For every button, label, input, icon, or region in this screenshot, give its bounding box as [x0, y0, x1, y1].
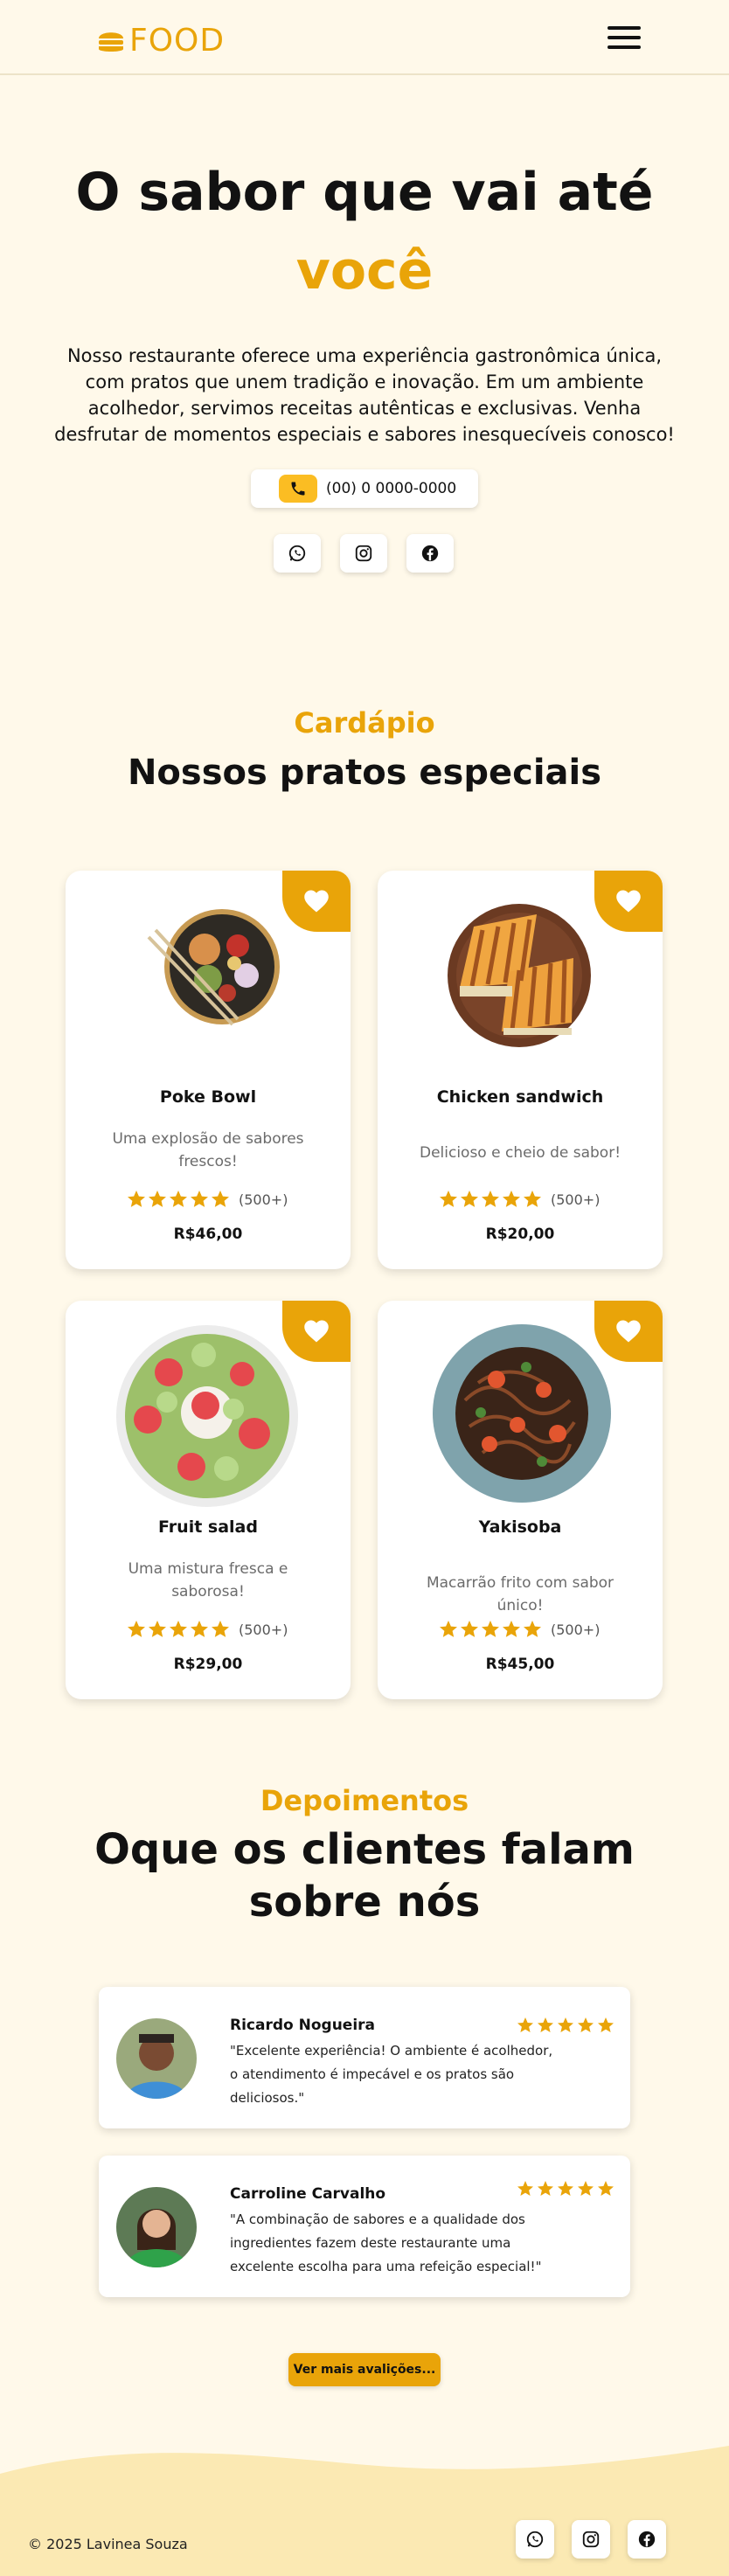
dish-rating: (500+)	[439, 1620, 600, 1639]
star-rating-icon	[440, 1191, 541, 1207]
poke-bowl-image	[147, 909, 280, 1026]
yakisoba-image	[433, 1324, 611, 1503]
avatar	[116, 2018, 197, 2099]
testimonial-rating	[517, 2017, 616, 2034]
dish-price: R$20,00	[485, 1226, 555, 1243]
hero-social-links	[274, 534, 454, 573]
instagram-icon[interactable]	[340, 534, 387, 573]
testimonial-author: Ricardo Nogueira	[230, 2017, 376, 2034]
star-rating-icon	[517, 2017, 614, 2032]
star-rating-icon	[128, 1621, 229, 1637]
logo[interactable]: FOOD	[96, 24, 225, 59]
menu-title: Nossos pratos especiais	[127, 753, 602, 793]
dish-card-chicken-sandwich[interactable]: Chicken sandwich Delicioso e cheio de sa…	[378, 871, 663, 1269]
menu-subtitle: Cardápio	[294, 706, 435, 739]
dish-price: R$45,00	[485, 1656, 555, 1673]
more-reviews-button[interactable]: Ver mais avalições...	[288, 2353, 441, 2386]
dish-price: R$29,00	[173, 1656, 243, 1673]
favorite-heart-icon[interactable]	[282, 871, 351, 932]
rating-count: (500+)	[551, 1191, 601, 1208]
dish-description: Delicioso e cheio de sabor!	[419, 1144, 621, 1162]
dish-description: Uma mistura fresca e saborosa!	[128, 1560, 288, 1600]
phone-number: (00) 0 0000-0000	[326, 480, 457, 497]
dish-card-fruit-salad[interactable]: Fruit salad Uma mistura fresca e saboros…	[66, 1301, 351, 1699]
star-rating-icon	[517, 2181, 614, 2196]
testimonials-title-line2: sobre nós	[248, 1878, 481, 1927]
hero-description: Nosso restaurante oferece uma experiênci…	[54, 345, 675, 445]
site-header: FOOD	[0, 0, 729, 75]
dish-name: Yakisoba	[478, 1517, 562, 1537]
testimonial-card: Ricardo Nogueira "Excelente experiência!…	[99, 1987, 630, 2128]
whatsapp-icon[interactable]	[516, 2520, 554, 2559]
rating-count: (500+)	[551, 1621, 601, 1638]
testimonial-text: "Excelente experiência! O ambiente é aco…	[230, 2043, 553, 2106]
burger-icon	[99, 32, 123, 52]
rating-count: (500+)	[239, 1621, 288, 1638]
testimonials-title-line1: Oque os clientes falam	[94, 1825, 635, 1874]
dish-card-yakisoba[interactable]: Yakisoba Macarrão frito com sabor único!…	[378, 1301, 663, 1699]
dish-name: Fruit salad	[158, 1517, 258, 1537]
logo-text: FOOD	[129, 23, 226, 59]
star-rating-icon	[440, 1621, 541, 1637]
dish-name: Poke Bowl	[159, 1087, 257, 1107]
whatsapp-icon[interactable]	[274, 534, 321, 573]
testimonial-text: "A combinação de sabores e a qualidade d…	[230, 2211, 542, 2274]
copyright: © 2025 Lavinea Souza	[28, 2536, 188, 2552]
rating-count: (500+)	[239, 1191, 288, 1208]
dish-card-poke-bowl[interactable]: Poke Bowl Uma explosão de sabores fresco…	[66, 871, 351, 1269]
facebook-icon[interactable]	[406, 534, 454, 573]
phone-contact[interactable]: (00) 0 0000-0000	[251, 469, 478, 508]
instagram-icon[interactable]	[572, 2520, 610, 2559]
fruit-salad-image	[116, 1325, 298, 1507]
testimonial-rating	[517, 2180, 616, 2198]
testimonial-card: Carroline Carvalho "A combinação de sabo…	[99, 2156, 630, 2297]
dish-description: Macarrão frito com sabor único!	[426, 1574, 614, 1614]
hero-title: O sabor que vai até você	[0, 157, 729, 306]
testimonials-subtitle: Depoimentos	[260, 1784, 469, 1817]
chicken-sandwich-image	[448, 904, 591, 1047]
hamburger-menu-icon[interactable]	[608, 26, 641, 54]
phone-icon	[279, 475, 317, 503]
dish-price: R$46,00	[173, 1226, 243, 1243]
footer-social-links	[516, 2520, 666, 2559]
avatar	[116, 2187, 197, 2267]
testimonials-title: Oque os clientes falam sobre nós	[0, 1823, 729, 1928]
hero-title-line1: O sabor que vai até	[75, 162, 654, 223]
dish-name: Chicken sandwich	[436, 1087, 604, 1107]
star-rating-icon	[128, 1191, 229, 1207]
dish-rating: (500+)	[127, 1190, 288, 1209]
dish-description: Uma explosão de sabores frescos!	[112, 1130, 304, 1170]
facebook-icon[interactable]	[628, 2520, 666, 2559]
testimonial-author: Carroline Carvalho	[230, 2185, 386, 2203]
hero-title-accent: você	[295, 240, 434, 302]
dish-rating: (500+)	[127, 1620, 288, 1639]
dish-rating: (500+)	[439, 1190, 600, 1209]
